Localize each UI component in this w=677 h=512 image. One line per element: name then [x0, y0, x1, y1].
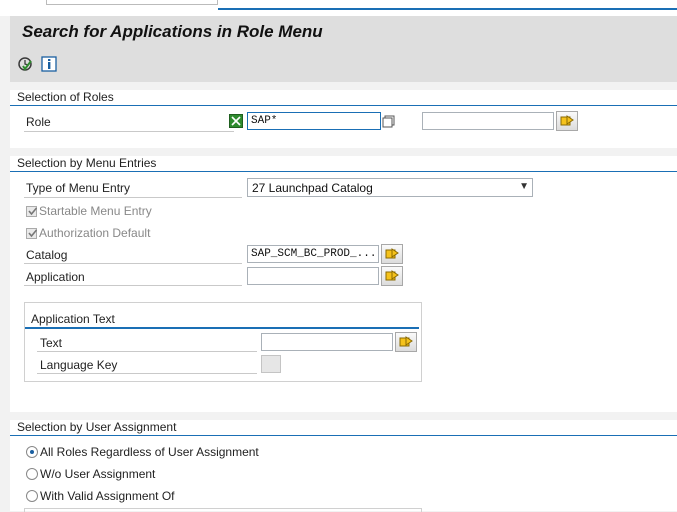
page-title: Search for Applications in Role Menu — [22, 22, 323, 41]
type-of-menu-entry-select[interactable]: 27 Launchpad Catalog ▼ — [247, 178, 533, 197]
text-search-help-button[interactable] — [395, 332, 417, 352]
radio-valid-assignment[interactable] — [26, 490, 38, 502]
menu-section: Selection by Menu Entries Type of Menu E… — [10, 156, 677, 412]
radio-all-roles[interactable] — [26, 446, 38, 458]
authorization-default-label: Authorization Default — [39, 226, 151, 240]
language-key-label: Language Key — [40, 358, 118, 372]
text-label: Text — [40, 336, 63, 350]
label-underline — [37, 351, 257, 352]
label-underline — [37, 373, 257, 374]
radio-all-roles-label: All Roles Regardless of User Assignment — [40, 445, 259, 459]
application-label: Application — [26, 270, 85, 284]
application-text-group: Application Text Text Language Key — [24, 302, 422, 382]
authorization-default-checkbox[interactable] — [26, 228, 38, 239]
startable-menu-entry-checkbox[interactable] — [26, 206, 38, 217]
section-title: Selection by Menu Entries — [17, 156, 157, 170]
title-bar: Search for Applications in Role Menu — [10, 16, 677, 82]
catalog-search-help-button[interactable] — [381, 244, 403, 264]
startable-menu-entry-label: Startable Menu Entry — [39, 204, 152, 218]
application-input[interactable] — [247, 267, 379, 285]
section-underline — [10, 171, 677, 172]
top-accent-line — [218, 8, 677, 10]
section-title: Selection by User Assignment — [17, 420, 177, 434]
application-search-help-button[interactable] — [381, 266, 403, 286]
group-underline — [25, 327, 419, 329]
chevron-down-icon: ▼ — [519, 181, 529, 192]
label-underline — [24, 285, 242, 286]
role-to-input[interactable] — [422, 112, 554, 130]
label-underline — [24, 263, 242, 264]
role-label: Role — [26, 115, 51, 129]
catalog-label: Catalog — [26, 248, 68, 262]
top-strip — [0, 0, 677, 16]
command-field[interactable] — [46, 0, 218, 5]
select-value: 27 Launchpad Catalog — [252, 181, 373, 195]
radio-without-user-assignment-label: W/o User Assignment — [40, 467, 156, 481]
role-search-help-button[interactable] — [556, 111, 578, 131]
section-underline — [10, 435, 677, 436]
catalog-input[interactable]: SAP_SCM_BC_PROD_... — [247, 245, 379, 263]
range-icon[interactable] — [381, 112, 397, 130]
radio-without-user-assignment[interactable] — [26, 468, 38, 480]
language-key-input[interactable] — [261, 355, 281, 373]
label-underline — [24, 131, 234, 132]
user-section: Selection by User Assignment All Roles R… — [10, 420, 677, 512]
label-underline — [24, 197, 242, 198]
valid-assignment-group — [24, 508, 422, 512]
role-input[interactable]: SAP* — [247, 112, 381, 130]
text-input[interactable] — [261, 333, 393, 351]
multiple-selection-icon[interactable] — [229, 114, 243, 128]
execute-icon[interactable] — [17, 56, 33, 72]
group-title: Application Text — [31, 312, 115, 326]
section-title: Selection of Roles — [17, 90, 114, 104]
section-underline — [10, 105, 677, 106]
roles-section: Selection of Roles Role SAP* — [10, 90, 677, 148]
type-of-menu-entry-label: Type of Menu Entry — [26, 181, 131, 195]
info-icon[interactable] — [41, 56, 57, 72]
radio-valid-assignment-label: With Valid Assignment Of — [40, 489, 175, 503]
